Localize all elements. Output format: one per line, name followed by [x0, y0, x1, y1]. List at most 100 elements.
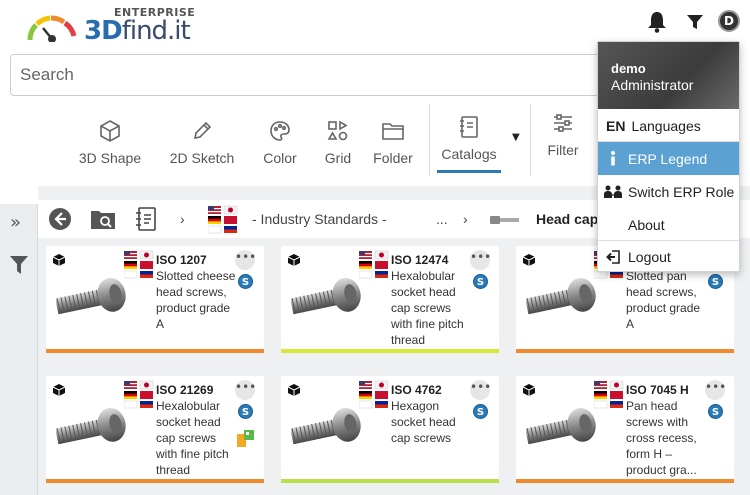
industry-flags-icon	[207, 204, 238, 234]
sidebar-filter-icon[interactable]	[9, 254, 29, 280]
tool-3d-shape[interactable]: 3D Shape	[76, 118, 144, 166]
folder-icon	[372, 118, 414, 144]
standards-flags-icon	[123, 380, 154, 410]
expand-sidebar-icon[interactable]: »	[10, 212, 21, 233]
part-description: Pan head screws with cross recess, form …	[626, 399, 697, 477]
standards-flags-icon	[358, 380, 389, 410]
search-input[interactable]	[11, 55, 609, 95]
status-bar	[281, 479, 499, 483]
3d-model-icon	[522, 382, 536, 401]
screw-thumbnail-icon	[490, 212, 520, 231]
breadcrumb-separator-icon: ›	[180, 211, 185, 227]
menu-item-switch-erp-role[interactable]: Switch ERP Role	[598, 175, 739, 208]
tool-catalogs[interactable]: Catalogs	[437, 114, 501, 162]
tool-label: Grid	[324, 150, 352, 166]
status-bar	[46, 479, 264, 483]
bell-icon[interactable]	[645, 10, 669, 34]
status-s-icon: S	[708, 404, 723, 419]
pencil-icon	[166, 118, 238, 144]
part-thumbnail[interactable]	[290, 404, 363, 458]
breadcrumb-ellipsis[interactable]: ...	[436, 211, 448, 227]
status-s-icon: S	[238, 274, 253, 289]
menu-item-languages[interactable]: EN Languages	[598, 109, 739, 142]
gauge-logo-icon	[27, 15, 77, 42]
catalog-tree-icon[interactable]	[134, 206, 158, 236]
info-icon	[598, 151, 628, 166]
catalogs-dropdown-caret-icon[interactable]: ▼	[512, 132, 520, 143]
result-card[interactable]: ISO 1207 Slotted cheese head screws, prod…	[46, 246, 264, 353]
user-menu: demo Administrator EN Languages ERP Lege…	[597, 41, 740, 272]
part-thumbnail[interactable]	[290, 274, 363, 328]
part-description: Hexagon socket head cap screws	[391, 399, 456, 445]
folder-search-icon[interactable]	[90, 208, 116, 234]
more-options-icon[interactable]: •••	[470, 380, 491, 400]
part-thumbnail[interactable]	[525, 274, 598, 328]
menu-item-label: ERP Legend	[628, 150, 708, 167]
tool-label: Filter	[547, 142, 579, 158]
part-description: Hexalobular socket head cap screws with …	[391, 269, 464, 347]
result-card[interactable]: ISO 21269 Hexalobular socket head cap scr…	[46, 376, 264, 483]
tool-label: Color	[263, 150, 297, 166]
part-code: ISO 4762	[391, 383, 442, 397]
palette-icon	[258, 118, 302, 144]
left-sidebar: »	[0, 204, 38, 495]
part-description: Hexalobular socket head cap screws with …	[156, 399, 229, 477]
grid-icon	[322, 118, 354, 144]
more-options-icon[interactable]: •••	[705, 380, 726, 400]
toolbar-separator	[530, 104, 531, 176]
cube-icon	[76, 118, 144, 144]
menu-item-label: Switch ERP Role	[628, 183, 735, 200]
catalog-icon	[437, 114, 501, 140]
menu-item-logout[interactable]: Logout	[598, 240, 739, 273]
tool-label: 3D Shape	[78, 150, 142, 166]
user-menu-header: demo Administrator	[598, 42, 739, 109]
standards-flags-icon	[593, 380, 624, 410]
3d-model-icon	[522, 252, 536, 271]
part-thumbnail[interactable]	[55, 274, 128, 328]
user-avatar[interactable]: D	[718, 10, 740, 32]
result-card[interactable]: ISO 7045 H Pan head screws with cross rec…	[516, 376, 734, 483]
part-thumbnail[interactable]	[55, 404, 128, 458]
menu-item-label: Logout	[628, 248, 671, 265]
tool-label: 2D Sketch	[169, 150, 235, 166]
menu-item-erp-legend[interactable]: ERP Legend	[598, 142, 739, 175]
erp-status-icon	[237, 430, 254, 447]
breadcrumb-industry-standards[interactable]: - Industry Standards -	[252, 211, 387, 227]
3d-model-icon	[52, 382, 66, 401]
back-arrow-icon[interactable]	[48, 207, 72, 235]
toolbar-separator	[429, 104, 430, 176]
3d-model-icon	[287, 382, 301, 401]
tool-filter[interactable]: Filter	[544, 110, 582, 158]
menu-item-label: About	[628, 216, 665, 233]
catalogs-active-indicator	[437, 170, 501, 173]
tool-color[interactable]: Color	[258, 118, 302, 166]
logo-brand: 3Dfind.it	[84, 16, 191, 46]
status-bar	[46, 349, 264, 353]
more-options-icon[interactable]: •••	[235, 380, 256, 400]
more-options-icon[interactable]: •••	[235, 250, 256, 270]
tool-label: Catalogs	[441, 146, 497, 162]
breadcrumb-separator-icon: ›	[463, 211, 468, 227]
more-options-icon[interactable]: •••	[470, 250, 491, 270]
menu-item-label: Languages	[631, 117, 701, 134]
tool-2d-sketch[interactable]: 2D Sketch	[166, 118, 238, 166]
result-card[interactable]: ISO 12474 Hexalobular socket head cap scr…	[281, 246, 499, 353]
sliders-icon	[544, 110, 582, 136]
status-s-icon: S	[708, 274, 723, 289]
app-logo[interactable]: ENTERPRISE 3Dfind.it	[26, 6, 196, 46]
tool-folder[interactable]: Folder	[372, 118, 414, 166]
result-card[interactable]: ISO 4762 Hexagon socket head cap screws ••…	[281, 376, 499, 483]
part-code: ISO 1207	[156, 253, 207, 267]
breadcrumb-current[interactable]: Head cap	[536, 211, 598, 227]
tool-grid[interactable]: Grid	[322, 118, 354, 166]
part-thumbnail[interactable]	[525, 404, 598, 458]
filter-icon[interactable]	[683, 10, 707, 34]
status-s-icon: S	[473, 404, 488, 419]
3d-model-icon	[52, 252, 66, 271]
standards-flags-icon	[123, 250, 154, 280]
user-name: demo	[611, 61, 646, 76]
language-code: EN	[606, 117, 626, 134]
status-bar	[516, 349, 734, 353]
status-bar	[281, 349, 499, 353]
menu-item-about[interactable]: About	[598, 208, 739, 241]
